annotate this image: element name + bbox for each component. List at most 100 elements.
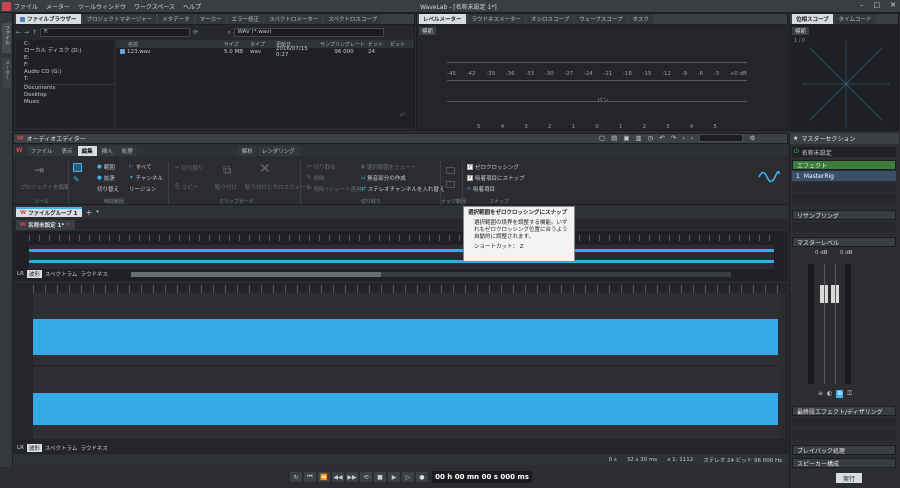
final-slot-1[interactable] — [792, 418, 896, 427]
lr-toggle[interactable]: LR — [17, 271, 24, 277]
view-tab-waveform[interactable]: 波形 — [26, 270, 42, 278]
tab-wavescope[interactable]: ウェーブスコープ — [575, 14, 627, 24]
range-select-icon[interactable] — [73, 163, 82, 172]
tab-markers[interactable]: マーカー — [195, 14, 226, 24]
swap-channels-button[interactable]: ⇄ ステレオチャンネルを入れ替え — [361, 185, 444, 193]
col-bits2[interactable]: ビット — [390, 41, 412, 48]
ribbon-tab-edit[interactable]: 編集 — [77, 145, 97, 156]
toggle-button[interactable]: 切り替え — [97, 185, 119, 193]
resampling-slot[interactable] — [792, 222, 896, 231]
create-silence-button[interactable]: ⊔ 無音部分の作成 — [361, 174, 406, 182]
power-icon[interactable]: ⏻ — [794, 148, 799, 156]
zoom-dropdown[interactable] — [699, 134, 744, 142]
paste-button[interactable]: 貼り付け — [215, 183, 237, 191]
menu-tool-window[interactable]: ツールウィンドウ — [78, 2, 126, 11]
effect-slot-2[interactable] — [792, 183, 896, 192]
tab-phase-scope[interactable]: 位相スコープ — [792, 14, 833, 24]
channel-button[interactable]: ✦ チャンネル — [129, 174, 163, 182]
edit-project-button[interactable]: プロジェクトを編集 — [20, 183, 70, 191]
paste-icon[interactable]: ⧉ — [223, 163, 232, 178]
edit-project-icon[interactable]: ⇥ — [34, 163, 44, 177]
tab-task[interactable]: タスク — [628, 14, 654, 24]
settings-icon[interactable]: ⚙ — [749, 134, 755, 142]
path-field[interactable]: F: — [40, 28, 191, 37]
col-bits[interactable]: ビット — [368, 41, 390, 48]
overview-scroll-thumb[interactable] — [130, 271, 381, 277]
col-rate[interactable]: サンプリングレート — [320, 41, 368, 48]
render-button[interactable]: 実行 — [836, 473, 862, 483]
tab-spectrometer[interactable]: スペクトロメーター — [265, 14, 323, 24]
effect-slot-masterrig[interactable]: 1 MasterRig — [792, 171, 896, 181]
prev-icon[interactable]: ⏪ — [318, 472, 330, 482]
ribbon-tab-file[interactable]: ファイル — [26, 145, 57, 156]
tree-item-f[interactable]: F: — [24, 62, 114, 69]
menu-file[interactable]: ファイル — [14, 2, 38, 11]
group-menu-icon[interactable]: ▾ — [96, 209, 99, 215]
col-name[interactable]: 名前 — [116, 41, 224, 48]
tree-item-e[interactable]: E: — [24, 55, 114, 62]
tab-level-meter[interactable]: レベルメーター — [419, 14, 466, 24]
doc-close-icon[interactable]: ✕ — [66, 222, 71, 228]
ribbon-tab-insert[interactable]: 挿入 — [97, 145, 117, 156]
view-tab-spectrum[interactable]: スペクトラム — [45, 270, 77, 278]
vertical-scrollbar[interactable] — [778, 293, 786, 439]
main-view-tab-waveform[interactable]: 波形 — [26, 444, 42, 452]
link-icon[interactable]: ≡ — [818, 390, 823, 398]
ribbon-tab-render[interactable]: レンダリング — [257, 145, 299, 156]
go-start-icon[interactable]: ⏮ — [304, 472, 316, 482]
forward-icon[interactable]: → — [24, 29, 29, 36]
effects-header[interactable]: エフェクト — [792, 160, 896, 170]
tree-item-desktop[interactable]: Desktop — [24, 92, 114, 99]
open-icon[interactable]: ▤ — [611, 134, 617, 142]
tree-item-d[interactable]: ローカル ディスク (D:) — [24, 48, 114, 55]
left-tab-file[interactable]: ファイル — [2, 23, 11, 53]
master-level-header[interactable]: マスターレベル — [792, 237, 896, 247]
extend-button[interactable]: ● 拡張 — [97, 174, 115, 182]
main-lr-toggle[interactable]: LR — [17, 445, 24, 451]
file-row[interactable]: 123.wav 5.0 MB wav 2016/07/15 0:27 96 00… — [116, 46, 414, 58]
tab-file-browser[interactable]: ファイルブラウザー — [16, 14, 81, 24]
history-icon[interactable]: ◷ — [648, 134, 654, 142]
nudge-right-icon[interactable] — [446, 181, 455, 188]
snap-to-magnets-checkbox[interactable]: ✓ 吸着項目にスナップ — [467, 174, 525, 182]
refresh-icon[interactable]: ⟳ — [193, 29, 198, 36]
menu-help[interactable]: ヘルプ — [183, 2, 201, 11]
reset-icon[interactable]: ⚿ — [847, 390, 852, 398]
delete-shoot-button[interactable]: ✂ 削除 (シュート適用) — [307, 185, 364, 193]
play-icon[interactable]: ▶ — [388, 472, 400, 482]
trim-button[interactable]: ✂ 切り取る — [307, 163, 336, 171]
ribbon-tab-view[interactable]: 表示 — [57, 145, 77, 156]
tree-item-t[interactable]: T: — [24, 76, 114, 83]
copy-button[interactable]: ⎘ コピー — [175, 183, 198, 192]
status-ratio[interactable]: x 1: 1112 — [667, 457, 693, 463]
resampling-header[interactable]: リサンプリング — [792, 210, 896, 220]
tab-oscilloscope[interactable]: オシロスコープ — [527, 14, 574, 24]
tab-timecode[interactable]: タイムコード — [834, 14, 876, 24]
loop-icon[interactable]: ↻ — [290, 472, 302, 482]
stop-icon[interactable]: ■ — [374, 472, 386, 482]
ribbon-tab-analysis[interactable]: 解析 — [237, 145, 257, 156]
magnets-button[interactable]: ∩ 吸着項目 — [467, 185, 495, 193]
range-button[interactable]: ● 範囲 — [97, 163, 115, 171]
menu-meter[interactable]: メーター — [46, 2, 70, 11]
play-selection-icon[interactable]: ▷ — [402, 472, 414, 482]
tree-item-c[interactable]: C: — [24, 41, 114, 48]
col-size[interactable]: サイズ — [224, 41, 250, 48]
minimize-icon[interactable]: – — [860, 1, 864, 9]
maximize-icon[interactable]: □ — [874, 1, 881, 9]
master-preset-name[interactable]: 名称未設定 — [802, 148, 832, 157]
add-group-icon[interactable]: + — [86, 208, 93, 217]
menu-workspace[interactable]: ワークスペース — [134, 2, 175, 11]
overview-scrollbar[interactable] — [130, 271, 731, 277]
cut-button[interactable]: ✂ 切り取り — [175, 164, 204, 172]
filter-field[interactable]: WAV (*.wav) — [233, 28, 384, 37]
up-icon[interactable]: ↑ — [32, 29, 37, 36]
tree-item-documents[interactable]: Documents — [24, 84, 114, 92]
tab-spectroscope[interactable]: スペクトロスコープ — [324, 14, 382, 24]
crossfade-icon[interactable]: ✕ — [259, 161, 271, 177]
save-as-icon[interactable]: ▥ — [635, 134, 641, 142]
nav-right-icon[interactable]: › — [691, 134, 694, 142]
transport-time[interactable]: 00 h 00 mn 00 s 000 ms — [432, 471, 532, 483]
search-icon[interactable]: ⌕ — [227, 29, 230, 37]
tab-error-correction[interactable]: エラー修正 — [227, 14, 264, 24]
